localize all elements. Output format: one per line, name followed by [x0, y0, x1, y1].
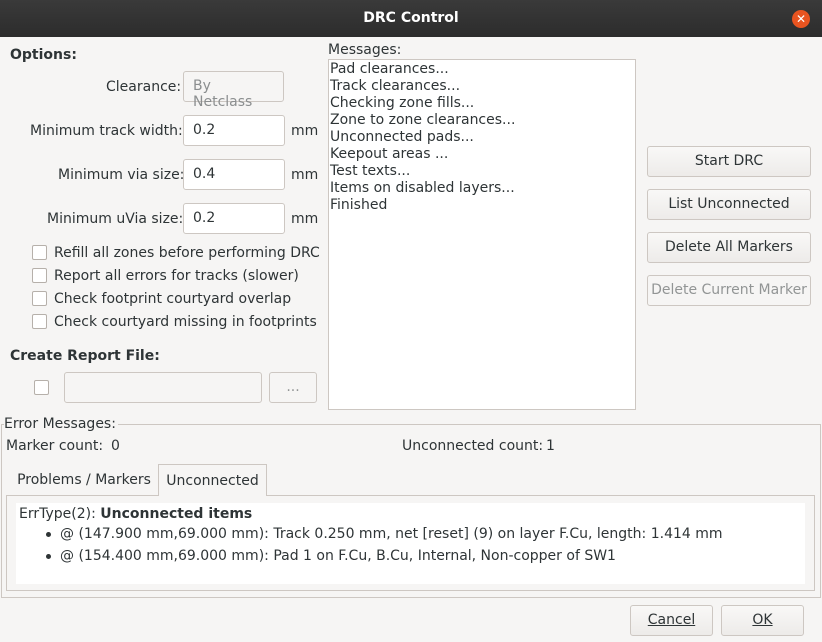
courtyard-missing-checkbox[interactable] [32, 314, 47, 329]
messages-label: Messages: [328, 42, 402, 58]
message-line: Pad clearances... [330, 61, 449, 77]
options-heading: Options: [10, 47, 77, 63]
title-bar: DRC Control ✕ [0, 0, 822, 37]
cancel-label: Cancel [647, 612, 696, 628]
tab-problems-markers[interactable]: Problems / Markers [10, 464, 158, 496]
error-type-line: ErrType(2): Unconnected items [19, 506, 252, 522]
error-title: Unconnected items [100, 506, 253, 522]
courtyard-overlap-checkbox[interactable] [32, 291, 47, 306]
bullet-icon [46, 531, 51, 537]
list-item[interactable]: @ (154.400 mm,69.000 mm): Pad 1 on F.Cu,… [46, 548, 616, 564]
unconnected-count-value: 1 [546, 438, 555, 454]
refill-zones-checkbox[interactable] [32, 245, 47, 260]
clearance-label: Clearance: [106, 79, 182, 95]
unconnected-list[interactable]: ErrType(2): Unconnected items @ (147.900… [16, 503, 805, 584]
refill-zones-label[interactable]: Refill all zones before performing DRC [54, 245, 320, 261]
report-heading: Create Report File: [10, 348, 160, 364]
min-via-size-label: Minimum via size: [58, 167, 185, 183]
courtyard-overlap-label[interactable]: Check footprint courtyard overlap [54, 291, 291, 307]
close-button[interactable]: ✕ [792, 10, 810, 28]
bullet-icon [46, 553, 51, 559]
unconnected-item-text: @ (154.400 mm,69.000 mm): Pad 1 on F.Cu,… [60, 548, 616, 564]
marker-count-value: 0 [111, 438, 120, 454]
unconnected-item-text: @ (147.900 mm,69.000 mm): Track 0.250 mm… [60, 526, 723, 542]
error-messages-label: Error Messages: [4, 416, 118, 432]
min-via-size-unit: mm [291, 167, 319, 183]
start-drc-button[interactable]: Start DRC [647, 146, 811, 177]
min-track-width-input[interactable]: 0.2 [183, 115, 285, 146]
marker-count-label: Marker count: [6, 438, 104, 454]
report-file-input[interactable] [64, 372, 262, 403]
report-file-checkbox[interactable] [34, 380, 49, 395]
message-line: Track clearances... [330, 78, 461, 94]
clearance-field: By Netclass [183, 71, 284, 110]
report-all-errors-checkbox[interactable] [32, 268, 47, 283]
min-uvia-size-input[interactable]: 0.2 [183, 203, 285, 234]
min-uvia-size-label: Minimum uVia size: [47, 211, 184, 227]
ok-label: OK [752, 612, 773, 628]
min-via-size-input[interactable]: 0.4 [183, 159, 285, 190]
close-icon: ✕ [795, 12, 807, 26]
cancel-button[interactable]: Cancel [630, 605, 713, 636]
list-unconnected-button[interactable]: List Unconnected [647, 189, 811, 220]
message-line: Finished [330, 197, 388, 213]
window-title: DRC Control [363, 10, 459, 26]
min-track-width-label: Minimum track width: [30, 123, 183, 139]
ok-button[interactable]: OK [721, 605, 804, 636]
browse-button[interactable]: ... [269, 372, 317, 403]
messages-box[interactable]: Pad clearances... Track clearances... Ch… [328, 59, 636, 410]
list-item[interactable]: @ (147.900 mm,69.000 mm): Track 0.250 mm… [46, 526, 723, 542]
delete-current-marker-button[interactable]: Delete Current Marker [647, 275, 811, 306]
message-line: Unconnected pads... [330, 129, 474, 145]
message-line: Keepout areas ... [330, 146, 449, 162]
message-line: Zone to zone clearances... [330, 112, 516, 128]
error-type: ErrType(2): [19, 506, 101, 522]
message-line: Checking zone fills... [330, 95, 475, 111]
delete-all-markers-button[interactable]: Delete All Markers [647, 232, 811, 263]
min-uvia-size-unit: mm [291, 211, 319, 227]
courtyard-missing-label[interactable]: Check courtyard missing in footprints [54, 314, 317, 330]
message-line: Items on disabled layers... [330, 180, 515, 196]
message-line: Test texts... [330, 163, 411, 179]
unconnected-count-label: Unconnected count: [402, 438, 544, 454]
tab-unconnected[interactable]: Unconnected [158, 464, 267, 496]
report-all-errors-label[interactable]: Report all errors for tracks (slower) [54, 268, 299, 284]
min-track-width-unit: mm [291, 123, 319, 139]
